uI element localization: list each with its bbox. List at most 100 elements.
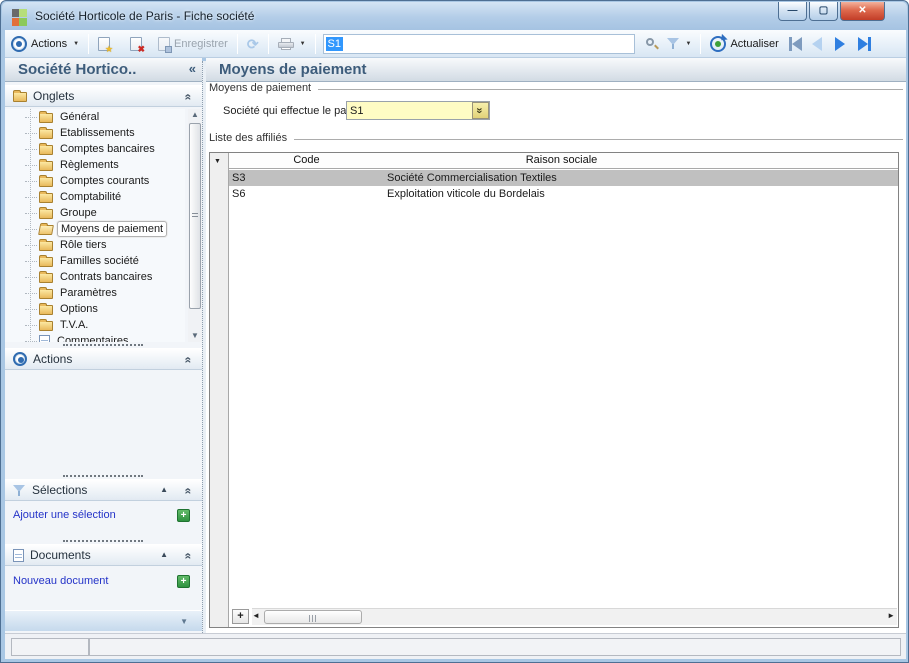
nav-previous-button[interactable] bbox=[812, 37, 828, 51]
folder-icon bbox=[39, 321, 53, 331]
grid-add-row-button[interactable]: + bbox=[232, 609, 249, 624]
tree-item-options[interactable]: Options bbox=[5, 301, 185, 317]
scroll-right-icon[interactable]: ► bbox=[887, 611, 895, 620]
tree-item-r-le-tiers[interactable]: Rôle tiers bbox=[5, 237, 185, 253]
tree-item-comptes-bancaires[interactable]: Comptes bancaires bbox=[5, 141, 185, 157]
column-header-code[interactable]: Code bbox=[229, 153, 384, 168]
filter-button[interactable]: ▼ bbox=[663, 35, 696, 52]
tree-item-groupe[interactable]: Groupe bbox=[5, 205, 185, 221]
folder-icon bbox=[39, 193, 53, 203]
save-button[interactable]: Enregistrer bbox=[154, 35, 232, 53]
actions-menu-button[interactable]: Actions ▼ bbox=[27, 36, 83, 52]
scroll-left-icon[interactable]: ◄ bbox=[252, 611, 260, 620]
grid-header-row: Code Raison sociale bbox=[229, 153, 898, 169]
new-document-link[interactable]: Nouveau document bbox=[13, 575, 108, 587]
tree-item-etablissements[interactable]: Etablissements bbox=[5, 125, 185, 141]
tree-item-g-n-ral[interactable]: Général bbox=[5, 109, 185, 125]
refresh-button[interactable]: Actualiser bbox=[706, 34, 782, 54]
search-button[interactable] bbox=[641, 35, 663, 53]
new-document-plus-button[interactable]: + bbox=[177, 575, 190, 588]
sidebar-collapse-icon[interactable]: « bbox=[189, 61, 196, 76]
collapse-icon[interactable]: « bbox=[182, 553, 196, 560]
tree-item-familles-soci-t-[interactable]: Familles société bbox=[5, 253, 185, 269]
folder-icon bbox=[39, 305, 53, 315]
tree-item-r-glements[interactable]: Règlements bbox=[5, 157, 185, 173]
tree-connector bbox=[25, 213, 37, 214]
tree-connector bbox=[25, 197, 37, 198]
sidebar-footer-bar[interactable]: ▼ bbox=[5, 610, 202, 631]
collapse-icon[interactable]: « bbox=[182, 94, 196, 101]
panel-splitter[interactable] bbox=[63, 475, 143, 477]
search-input-value: S1 bbox=[326, 37, 343, 51]
status-bar bbox=[5, 633, 906, 659]
double-chevron-down-icon: « bbox=[473, 107, 488, 113]
refresh-circle-icon bbox=[710, 36, 726, 52]
add-selection-link[interactable]: Ajouter une sélection bbox=[13, 509, 116, 521]
tree-item-comptes-courants[interactable]: Comptes courants bbox=[5, 173, 185, 189]
first-record-icon bbox=[792, 37, 802, 51]
panel-splitter[interactable] bbox=[63, 540, 143, 542]
sidebar-title: Société Hortico.. bbox=[18, 61, 136, 78]
onglets-panel-label: Onglets bbox=[33, 89, 74, 103]
tree-item-label: Moyens de paiement bbox=[57, 221, 167, 237]
panel-splitter[interactable] bbox=[63, 344, 143, 346]
folder-icon bbox=[39, 161, 53, 171]
close-button[interactable]: ✕ bbox=[840, 2, 885, 21]
grid-horizontal-scrollbar[interactable]: ◄ ► bbox=[252, 608, 897, 625]
chevron-down-icon: ▼ bbox=[300, 41, 306, 47]
new-record-button[interactable]: ★ bbox=[94, 35, 114, 53]
reload-button[interactable]: ⟳ bbox=[243, 35, 263, 53]
nav-last-button[interactable] bbox=[858, 37, 874, 51]
tree-item-comptabilit-[interactable]: Comptabilité bbox=[5, 189, 185, 205]
filter-icon bbox=[667, 37, 680, 50]
onglets-panel-header[interactable]: Onglets « bbox=[5, 85, 202, 107]
actions-panel-header[interactable]: Actions « bbox=[5, 348, 202, 370]
nav-first-button[interactable] bbox=[789, 37, 805, 51]
main-content: Moyens de paiement Société qui effectue … bbox=[206, 82, 906, 633]
folder-icon bbox=[39, 209, 53, 219]
payer-combobox[interactable]: S1 « bbox=[346, 101, 490, 120]
refresh-arrows-icon: ⟳ bbox=[247, 37, 259, 51]
tree-connector bbox=[25, 277, 37, 278]
folder-icon bbox=[39, 177, 53, 187]
add-selection-plus-button[interactable]: + bbox=[177, 509, 190, 522]
combo-dropdown-button[interactable]: « bbox=[472, 102, 489, 119]
delete-record-button[interactable]: ✖ bbox=[126, 35, 146, 53]
documents-panel-header[interactable]: Documents ▲ « bbox=[5, 544, 202, 566]
tree-item-label: Comptabilité bbox=[57, 190, 124, 204]
minimize-button[interactable]: — bbox=[778, 2, 807, 21]
tree-connector bbox=[25, 293, 37, 294]
scrollbar-thumb[interactable] bbox=[264, 610, 362, 624]
column-header-raison-sociale[interactable]: Raison sociale bbox=[384, 153, 739, 168]
previous-record-icon bbox=[812, 37, 822, 51]
tree-item-contrats-bancaires[interactable]: Contrats bancaires bbox=[5, 269, 185, 285]
affiliates-group-label: Liste des affiliés bbox=[209, 132, 293, 144]
scrollbar-thumb[interactable] bbox=[189, 123, 201, 309]
tree-item-commentaires[interactable]: Commentaires bbox=[5, 333, 185, 342]
table-row-s3[interactable]: S3Société Commercialisation Textiles bbox=[229, 170, 898, 186]
maximize-button[interactable]: ▢ bbox=[809, 2, 838, 21]
tree-item-moyens-de-paiement[interactable]: Moyens de paiement bbox=[5, 221, 185, 237]
folder-open-icon bbox=[38, 225, 54, 235]
documents-panel-label: Documents bbox=[30, 548, 91, 562]
tree-scrollbar[interactable]: ▲ ▼ bbox=[188, 109, 202, 342]
table-row-s6[interactable]: S6Exploitation viticole du Bordelais bbox=[229, 186, 898, 202]
print-button[interactable]: ▼ bbox=[274, 36, 310, 52]
scroll-down-icon[interactable]: ▼ bbox=[188, 330, 202, 342]
collapse-icon[interactable]: « bbox=[182, 357, 196, 364]
tree-item-label: Comptes bancaires bbox=[57, 142, 158, 156]
selections-panel-header[interactable]: Sélections ▲ « bbox=[5, 479, 202, 501]
grid-selector-icon[interactable]: ▼ bbox=[214, 158, 221, 165]
collapse-icon[interactable]: « bbox=[182, 488, 196, 495]
collapse-single-icon[interactable]: ▲ bbox=[160, 550, 168, 559]
collapse-single-icon[interactable]: ▲ bbox=[160, 485, 168, 494]
nav-next-button[interactable] bbox=[835, 37, 851, 51]
tree-item-t-v-a-[interactable]: T.V.A. bbox=[5, 317, 185, 333]
application-window: Société Horticole de Paris - Fiche socié… bbox=[0, 0, 909, 663]
search-input[interactable]: S1 bbox=[323, 34, 635, 54]
folder-icon bbox=[39, 113, 53, 123]
group-rule bbox=[318, 89, 903, 90]
tree-connector bbox=[25, 309, 37, 310]
scroll-up-icon[interactable]: ▲ bbox=[188, 109, 202, 121]
tree-item-param-tres[interactable]: Paramètres bbox=[5, 285, 185, 301]
